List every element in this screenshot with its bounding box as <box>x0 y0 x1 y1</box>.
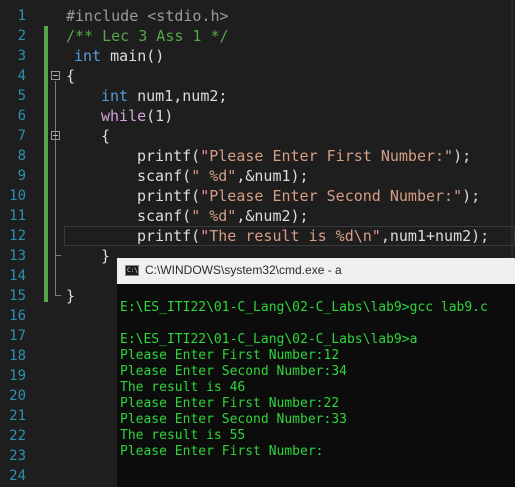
line-number-gutter: 1 2 3 4 5 6 7 8 9 10 11 12 13 14 15 16 1… <box>0 0 40 487</box>
line-number: 9 <box>17 168 26 184</box>
console-line: Please Enter First Number:12 <box>120 348 340 363</box>
code-line-13[interactable]: } <box>101 246 110 266</box>
console-line: Please Enter Second Number:34 <box>120 364 347 379</box>
cmd-window-icon: C:\ <box>125 265 139 276</box>
collapse-main-icon[interactable] <box>51 71 60 80</box>
keyword: int <box>101 87 129 105</box>
line-number: 15 <box>9 288 26 304</box>
fold-guide-main-end <box>55 295 61 296</box>
brace: { <box>66 67 76 85</box>
code-text: num1,num2; <box>128 87 228 105</box>
code-text: ,&num1); <box>236 167 309 185</box>
code-line-6[interactable]: while(1) <box>101 106 173 126</box>
console-line: E:\ES_ITI22\01-C_Lang\02-C_Labs\lab9>a <box>120 332 418 347</box>
line-number: 16 <box>9 308 26 324</box>
line-number: 3 <box>17 48 26 64</box>
brace: } <box>66 287 76 305</box>
code-line-8[interactable]: printf("Please Enter First Number:"); <box>137 146 471 166</box>
code-text: ); <box>462 187 481 205</box>
fold-guide-while <box>55 141 56 255</box>
fold-guide-while-end <box>55 255 61 256</box>
line-number: 6 <box>17 108 26 124</box>
line-number: 21 <box>9 408 26 424</box>
change-tracking-bar <box>44 26 48 302</box>
brace: { <box>101 127 111 145</box>
keyword: int <box>74 47 102 65</box>
line-number: 5 <box>17 88 26 104</box>
string-literal: "Please Enter Second Number:" <box>200 187 463 205</box>
line-number: 8 <box>17 148 26 164</box>
console-line: The result is 55 <box>120 428 246 443</box>
code-line-2[interactable]: /** Lec 3 Ass 1 */ <box>66 26 229 46</box>
code-text: ,num1+num2); <box>380 227 490 245</box>
code-text: scanf( <box>137 207 192 225</box>
line-number: 19 <box>9 368 26 384</box>
keyword: while <box>101 107 147 125</box>
code-text: printf( <box>137 147 201 165</box>
line-number: 12 <box>9 228 26 244</box>
comment: /** Lec 3 Ass 1 */ <box>66 27 229 45</box>
line-number: 14 <box>9 268 26 284</box>
line-number: 22 <box>9 428 26 444</box>
line-number: 2 <box>17 28 26 44</box>
console-output: E:\ES_ITI22\01-C_Lang\02-C_Labs\lab9>gcc… <box>120 300 488 460</box>
code-line-5[interactable]: int num1,num2; <box>101 86 227 106</box>
line-number: 13 <box>9 248 26 264</box>
string-literal: "Please Enter First Number:" <box>200 147 454 165</box>
code-line-3[interactable]: int main() <box>74 46 164 66</box>
code-text: scanf( <box>137 167 192 185</box>
console-line: Please Enter Second Number:33 <box>120 412 347 427</box>
code-line-11[interactable]: scanf(" %d",&num2); <box>137 206 309 226</box>
cmd-title-bar[interactable]: C:\ C:\WINDOWS\system32\cmd.exe - a <box>117 258 515 284</box>
code-text: main() <box>101 47 165 65</box>
console-line: Please Enter First Number:22 <box>120 396 340 411</box>
line-number: 18 <box>9 348 26 364</box>
cmd-console-window[interactable]: C:\ C:\WINDOWS\system32\cmd.exe - a E:\E… <box>117 258 515 487</box>
code-line-10[interactable]: printf("Please Enter Second Number:"); <box>137 186 480 206</box>
preprocessor-include: #include <stdio.h> <box>66 7 229 25</box>
code-line-7[interactable]: { <box>101 126 110 146</box>
code-line-12[interactable]: printf("The result is %d\n",num1+num2); <box>137 226 489 246</box>
string-literal: " %d" <box>191 207 237 225</box>
code-line-1[interactable]: #include <stdio.h> <box>66 6 229 26</box>
brace: } <box>101 247 111 265</box>
line-number: 7 <box>17 128 26 144</box>
line-number: 17 <box>9 328 26 344</box>
collapse-while-icon[interactable] <box>51 131 60 140</box>
code-text: (1) <box>146 107 174 125</box>
code-line-9[interactable]: scanf(" %d",&num1); <box>137 166 309 186</box>
console-line: E:\ES_ITI22\01-C_Lang\02-C_Labs\lab9>gcc… <box>120 300 488 315</box>
line-number: 24 <box>9 468 26 484</box>
line-number: 4 <box>17 68 26 84</box>
code-text: ,&num2); <box>236 207 309 225</box>
line-number: 20 <box>9 388 26 404</box>
code-text: printf( <box>137 227 201 245</box>
line-number: 1 <box>17 8 26 24</box>
cmd-title-text: C:\WINDOWS\system32\cmd.exe - a <box>145 263 342 277</box>
code-text: printf( <box>137 187 201 205</box>
console-line: Please Enter First Number: <box>120 444 324 459</box>
code-text: ); <box>453 147 472 165</box>
string-literal: " %d" <box>191 167 237 185</box>
code-line-4[interactable]: { <box>66 66 75 86</box>
line-number: 10 <box>9 188 26 204</box>
string-literal: "The result is %d\n" <box>200 227 381 245</box>
line-number: 23 <box>9 448 26 464</box>
code-line-15[interactable]: } <box>66 286 75 306</box>
line-number: 11 <box>9 208 26 224</box>
console-line: The result is 46 <box>120 380 246 395</box>
